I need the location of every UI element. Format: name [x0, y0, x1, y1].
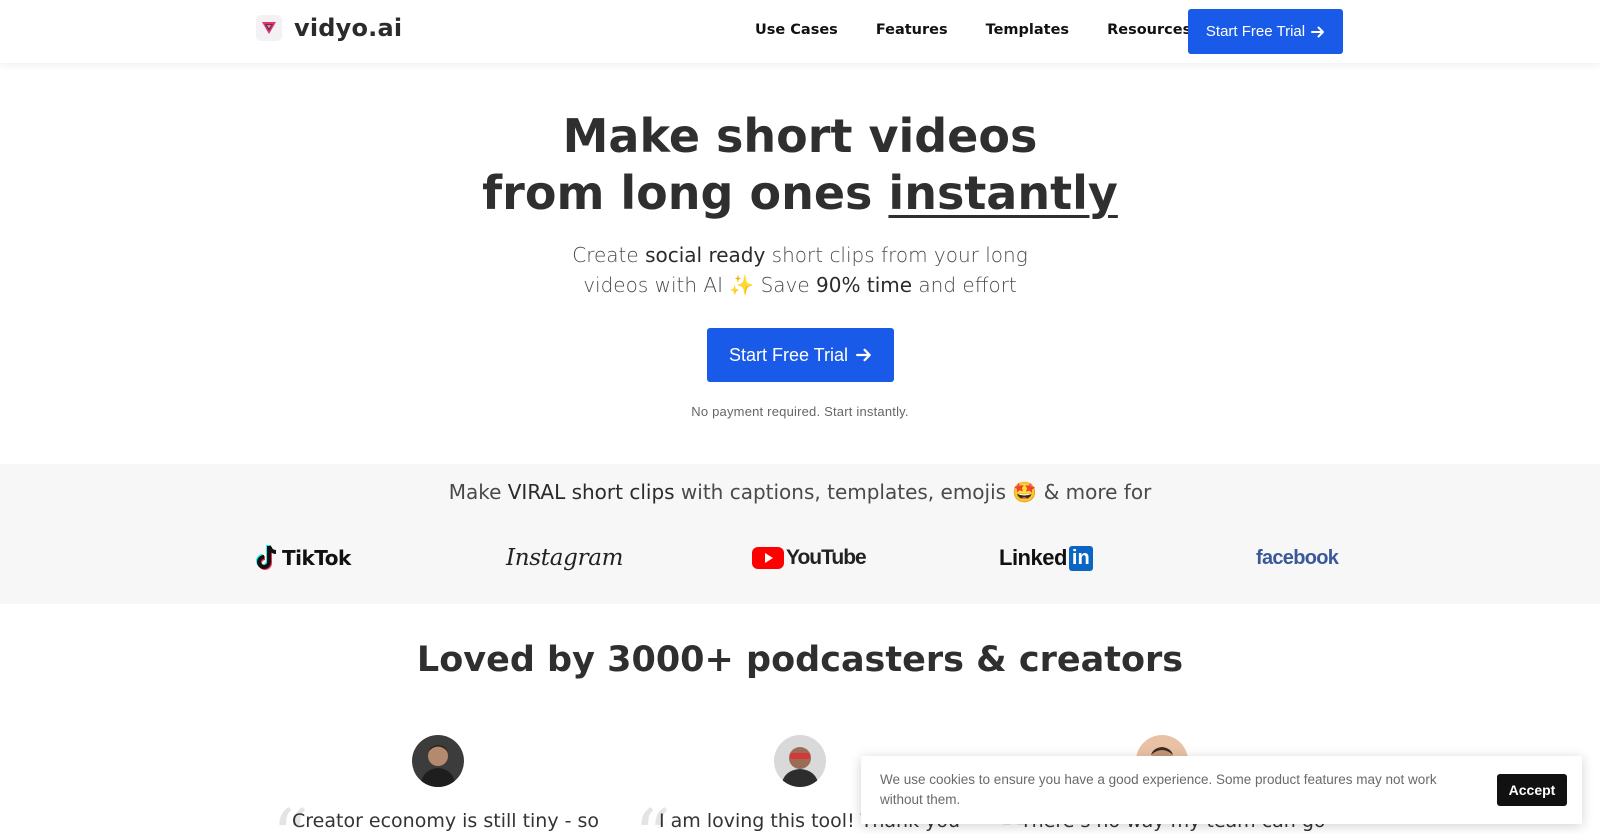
tiktok-icon: [256, 545, 277, 570]
hero-sub-bold: 90% time: [816, 273, 913, 297]
hero-title-line2-prefix: from long ones: [482, 166, 889, 220]
arrow-right-icon: [856, 348, 871, 362]
platforms-title-text: Make: [448, 480, 508, 504]
nav-start-trial-button[interactable]: Start Free Trial: [1188, 9, 1343, 54]
platforms-title-bold: VIRAL short clips: [507, 480, 675, 504]
top-navbar: vidyo.ai Use Cases Features Templates Re…: [0, 0, 1600, 63]
hero-sub-text: videos with AI ✨ Save: [583, 273, 817, 297]
youtube-wordmark: YouTube: [786, 546, 867, 569]
instagram-wordmark: Instagram: [506, 545, 624, 571]
hero-sub-bold: social ready: [645, 243, 766, 267]
hero-note: No payment required. Start instantly.: [691, 404, 909, 419]
nav-templates[interactable]: Templates: [986, 22, 1069, 38]
youtube-play-icon: [752, 547, 784, 569]
platform-logos: TikTok Instagram YouTube Linked in faceb…: [0, 540, 1600, 576]
nav-links: Use Cases Features Templates Resources: [755, 22, 1229, 38]
cookie-accept-button[interactable]: Accept: [1497, 774, 1567, 806]
avatar-photo: [412, 735, 464, 787]
hero-sub-text: and effort: [912, 273, 1017, 297]
linkedin-logo: Linked in: [999, 540, 1093, 576]
nav-features[interactable]: Features: [876, 22, 948, 38]
hero-start-trial-label: Start Free Trial: [728, 344, 849, 365]
tiktok-wordmark: TikTok: [282, 546, 351, 570]
facebook-logo: facebook: [1256, 540, 1339, 576]
testimonials-title: Loved by 3000+ podcasters & creators: [416, 640, 1184, 680]
testimonial-quote: Creator economy is still tiny - so: [292, 810, 600, 832]
youtube-logo: YouTube: [752, 540, 867, 576]
cookie-banner: We use cookies to ensure you have a good…: [861, 756, 1582, 824]
logo[interactable]: vidyo.ai: [256, 14, 402, 42]
hero-title-emphasis: instantly: [888, 166, 1118, 220]
logo-icon: [256, 15, 282, 41]
nav-start-trial-label: Start Free Trial: [1205, 23, 1306, 40]
platforms-band: Make VIRAL short clips with captions, te…: [0, 464, 1600, 604]
arrow-right-icon: [1311, 26, 1325, 37]
hero-start-trial-button[interactable]: Start Free Trial: [707, 328, 894, 382]
hero-sub-text: short clips from your long: [765, 243, 1028, 267]
platforms-title-text: with captions, templates, emojis 🤩 & mor…: [674, 480, 1152, 504]
instagram-logo: Instagram: [506, 540, 624, 576]
linkedin-wordmark: Linked: [999, 545, 1067, 570]
avatar-photo: [774, 735, 826, 787]
nav-resources[interactable]: Resources: [1107, 22, 1191, 38]
hero-title-line1: Make short videos: [562, 109, 1038, 163]
avatar: [774, 735, 826, 787]
hero-title-line2: from long ones instantly: [0, 165, 1600, 222]
nav-use-cases[interactable]: Use Cases: [755, 22, 838, 38]
hero-subtitle: Create social ready short clips from you…: [0, 240, 1600, 300]
hero-sub-text: Create: [572, 243, 646, 267]
hero-title: Make short videos from long ones instant…: [0, 108, 1600, 222]
avatar: [412, 735, 464, 787]
cookie-text: We use cookies to ensure you have a good…: [880, 772, 1437, 807]
tiktok-logo: TikTok: [256, 540, 351, 576]
linkedin-in-badge: in: [1068, 545, 1093, 571]
facebook-wordmark: facebook: [1256, 546, 1339, 569]
logo-text: vidyo.ai: [294, 14, 403, 42]
platforms-title: Make VIRAL short clips with captions, te…: [0, 480, 1600, 504]
